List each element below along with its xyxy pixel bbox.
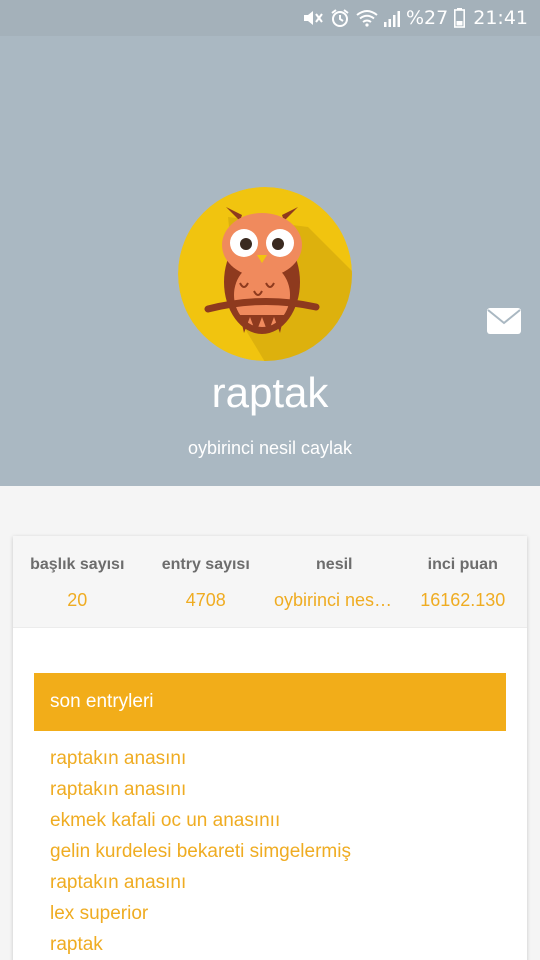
stat-entry-count: entry sayısı 4708 [142, 536, 271, 627]
stat-label: inci puan [427, 556, 498, 573]
status-bar: %27 21:41 [0, 0, 540, 36]
entry-link[interactable]: raptakın anasını [34, 774, 506, 805]
stat-label: nesil [316, 556, 353, 573]
stat-score: inci puan 16162.130 [399, 536, 528, 627]
stat-label: entry sayısı [161, 556, 250, 573]
stat-label: başlık sayısı [30, 556, 125, 573]
recent-entries-list: raptakın anasını raptakın anasını ekmek … [34, 731, 506, 960]
recent-entries-header: son entryleri [34, 673, 506, 731]
entry-link[interactable]: raptakın anasını [34, 867, 506, 898]
battery-percentage: %27 [406, 7, 449, 29]
profile-header: raptak oybirinci nesil caylak [0, 36, 540, 486]
entry-link[interactable]: lex superior [34, 898, 506, 929]
wifi-icon [356, 9, 378, 27]
status-clock: 21:41 [473, 7, 528, 29]
stat-generation: nesil oybirinci nesil caylak [270, 536, 399, 627]
entry-link[interactable]: ekmek kafali oc un anasınıı [34, 805, 506, 836]
stat-value: 20 [67, 590, 88, 610]
stats-row: başlık sayısı 20 entry sayısı 4708 nesil… [13, 536, 527, 628]
stat-value: 16162.130 [420, 590, 506, 610]
username: raptak [211, 369, 329, 416]
envelope-icon [487, 308, 521, 334]
recent-entries-section: son entryleri raptakın anasını raptakın … [34, 673, 506, 960]
stat-value: 4708 [185, 590, 226, 610]
signal-icon [384, 9, 400, 27]
profile-card: başlık sayısı 20 entry sayısı 4708 nesil… [13, 536, 527, 960]
user-rank: oybirinci nesil caylak [187, 438, 353, 458]
send-message-button[interactable] [486, 307, 522, 335]
alarm-icon [330, 8, 350, 28]
stat-topic-count: başlık sayısı 20 [13, 536, 142, 627]
entry-link[interactable]: gelin kurdelesi bekareti simgelermiş [34, 836, 506, 867]
entry-link[interactable]: raptakın anasını [34, 743, 506, 774]
owl-avatar [178, 187, 352, 361]
battery-icon [454, 8, 466, 28]
stat-value: oybirinci nesil caylak [274, 590, 399, 610]
mute-icon [302, 8, 324, 28]
entry-link[interactable]: raptak [34, 929, 506, 960]
